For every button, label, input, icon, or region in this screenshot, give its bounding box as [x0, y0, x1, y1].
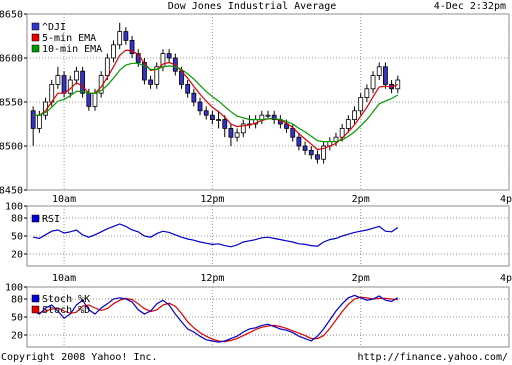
candle-body [86, 92, 92, 107]
candle-body [265, 114, 271, 117]
y-tick-label: 8650 [0, 10, 23, 21]
legend-swatch [31, 294, 40, 303]
legend-swatch [31, 214, 40, 223]
candle-body [315, 154, 320, 160]
x-tick-label: 12pm [200, 194, 224, 205]
candle-body [376, 66, 382, 77]
candle-body [358, 97, 364, 112]
candle-body [185, 84, 191, 94]
x-tick-label: 4pm [500, 273, 512, 284]
legend-entry: Stoch %D [42, 305, 90, 316]
legend-swatch [31, 22, 40, 31]
rsi-y-tick-label: 80 [11, 214, 23, 225]
chart-page: Dow Jones Industrial Average 4-Dec 2:32p… [0, 0, 512, 365]
candle-body [30, 110, 36, 129]
rsi-y-tick-label: 50 [11, 232, 23, 243]
candle-body [383, 66, 388, 85]
legend-entry: 10-min EMA [42, 44, 102, 55]
candle-body [191, 92, 197, 103]
candle-body [55, 75, 61, 85]
candle-body [148, 79, 153, 85]
candle-body [123, 31, 129, 41]
legend-entry: ^DJI [42, 22, 66, 33]
candle-body [302, 145, 308, 151]
candle-body [61, 75, 67, 94]
y-tick-label: 8550 [0, 98, 23, 109]
legend-entry: RSI [42, 214, 60, 225]
rsi-y-tick-label: 20 [11, 250, 23, 261]
x-tick-label: 10am [52, 273, 76, 284]
candle-body [364, 88, 370, 99]
chart-svg: 8450 8500 8550 8600 8650 10am 12pm 2pm 4pm ^DJI5-… [0, 10, 512, 348]
stoch-y-tick-label: 100 [5, 283, 23, 294]
x-tick-label: 2pm [352, 273, 370, 284]
candle-body [216, 119, 221, 121]
candle-body [222, 119, 228, 129]
candle-body [92, 92, 98, 107]
candle-body [36, 114, 42, 129]
candle-body [117, 31, 123, 46]
candle-body [352, 110, 357, 121]
candle-body [209, 114, 215, 120]
rsi-y-tick-label: 100 [5, 202, 23, 213]
x-tick-label: 10am [52, 194, 76, 205]
y-tick-label: 8500 [0, 142, 23, 153]
candle-body [74, 70, 79, 81]
rsi-panel: 20 50 80100 RSI 10am 12pm 2pm 4pm [5, 202, 512, 285]
y-tick-label: 8600 [0, 54, 23, 65]
candle-body [80, 70, 86, 94]
candle-body [345, 119, 351, 129]
y-tick-label: 8450 [0, 186, 23, 197]
legend-entry: Stoch %K [42, 294, 90, 305]
stoch-y-tick-label: 80 [11, 295, 23, 306]
candle-body [104, 57, 110, 77]
candle-body [228, 127, 234, 138]
price-panel: 8450 8500 8550 8600 8650 10am 12pm 2pm 4pm ^DJI5-… [0, 10, 512, 206]
candle-body [234, 132, 240, 138]
candle-body [308, 149, 314, 156]
legend-swatch [31, 305, 40, 314]
legend-swatch [31, 44, 40, 53]
x-tick-label: 4pm [500, 194, 512, 205]
candle-body [197, 101, 203, 112]
stoch-y-tick-label: 20 [11, 331, 23, 342]
candle-body [111, 44, 116, 59]
legend-swatch [31, 33, 40, 42]
x-tick-label: 2pm [352, 194, 370, 205]
candle-body [203, 110, 209, 116]
stoch-panel: 20 50 80100 Stoch %KStoch %D [5, 283, 510, 348]
legend-entry: 5-min EMA [42, 33, 96, 44]
candle-body [370, 75, 376, 90]
candle-body [166, 53, 172, 59]
x-tick-label: 12pm [200, 273, 224, 284]
source-url-link[interactable]: http://finance.yahoo.com/ [300, 351, 508, 365]
candle-body [296, 136, 302, 147]
stoch-y-tick-label: 50 [11, 313, 23, 324]
copyright-text: Copyright 2008 Yahoo! Inc. [1, 352, 158, 363]
